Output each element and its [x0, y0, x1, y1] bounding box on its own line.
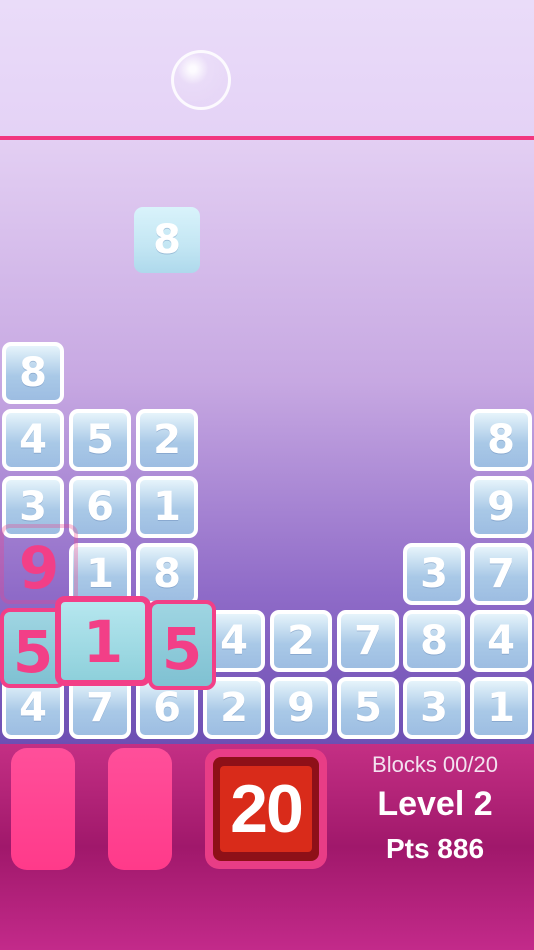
block-r6-c5[interactable]: 9 — [270, 677, 332, 739]
spawn-zone — [0, 0, 534, 140]
block-r4-c8[interactable]: 7 — [470, 543, 532, 605]
block-r5-c8[interactable]: 4 — [470, 610, 532, 672]
block-r2-c3[interactable]: 2 — [136, 409, 198, 471]
block-r5-c7[interactable]: 8 — [403, 610, 465, 672]
selection-cell-right[interactable]: 5 — [148, 600, 216, 690]
block-r5-c5[interactable]: 2 — [270, 610, 332, 672]
block-r6-c6[interactable]: 5 — [337, 677, 399, 739]
timer-frame: 20 — [213, 757, 319, 861]
block-r3-c3[interactable]: 1 — [136, 476, 198, 538]
falling-block[interactable]: 8 — [134, 207, 200, 273]
points-label: Pts 886 — [385, 833, 485, 864]
block-r2-c8[interactable]: 8 — [470, 409, 532, 471]
blocks-counter: Blocks 00/20 — [372, 752, 498, 777]
selection-cell-center[interactable]: 1 — [55, 596, 151, 686]
right-button[interactable] — [108, 748, 172, 870]
level-label: Level 2 — [377, 785, 493, 823]
left-button[interactable] — [11, 748, 75, 870]
selection-ghost-cell: 9 — [0, 524, 78, 604]
block-r2-c2[interactable]: 5 — [69, 409, 131, 471]
block-r6-c2[interactable]: 7 — [69, 677, 131, 739]
block-r5-c6[interactable]: 7 — [337, 610, 399, 672]
block-r6-c8[interactable]: 1 — [470, 677, 532, 739]
timer-display: 20 — [205, 749, 327, 869]
block-r3-c2[interactable]: 6 — [69, 476, 131, 538]
bubble-icon — [171, 50, 231, 110]
block-r3-c8[interactable]: 9 — [470, 476, 532, 538]
block-r6-c7[interactable]: 3 — [403, 677, 465, 739]
timer-value: 20 — [220, 766, 312, 852]
game-stage: 8 8 4 5 2 8 3 6 1 9 1 8 3 7 4 2 7 8 4 4 … — [0, 0, 534, 950]
block-r1-c1[interactable]: 8 — [2, 342, 64, 404]
block-r4-c7[interactable]: 3 — [403, 543, 465, 605]
block-r4-c3[interactable]: 8 — [136, 543, 198, 605]
block-r2-c1[interactable]: 4 — [2, 409, 64, 471]
